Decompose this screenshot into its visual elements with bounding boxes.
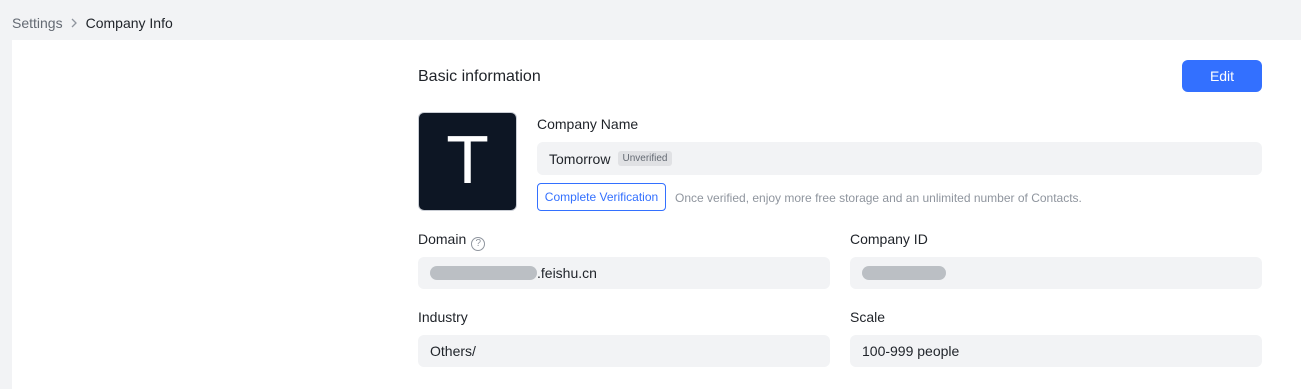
scale-value: 100-999 people xyxy=(862,343,960,359)
question-circle-icon[interactable]: ? xyxy=(471,237,486,251)
domain-suffix: .feishu.cn xyxy=(537,265,597,281)
domain-label-row: Domain? xyxy=(418,230,486,251)
domain-label: Domain xyxy=(418,231,467,247)
company-name-field: Tomorrow Unverified xyxy=(537,142,1262,175)
breadcrumb: Settings Company Info xyxy=(12,14,173,32)
masked-domain-prefix xyxy=(430,266,537,280)
company-id-field xyxy=(850,257,1262,289)
company-logo-letter: T xyxy=(447,124,488,199)
chevron-right-icon xyxy=(70,18,78,28)
industry-value: Others/ xyxy=(430,343,476,359)
scale-label: Scale xyxy=(850,309,886,325)
company-id-label: Company ID xyxy=(850,231,928,247)
scale-field: 100-999 people xyxy=(850,335,1262,367)
breadcrumb-settings-link[interactable]: Settings xyxy=(12,14,63,32)
industry-field: Others/ xyxy=(418,335,830,367)
verification-hint: Once verified, enjoy more free storage a… xyxy=(675,191,1082,205)
company-logo: T xyxy=(418,112,517,211)
company-name-label: Company Name xyxy=(537,116,639,132)
company-info-panel: Basic information Edit T Company Name To… xyxy=(12,40,1301,389)
company-name-value: Tomorrow xyxy=(549,150,611,167)
complete-verification-button[interactable]: Complete Verification xyxy=(537,183,666,211)
unverified-badge: Unverified xyxy=(618,151,672,166)
edit-button[interactable]: Edit xyxy=(1182,60,1262,92)
industry-label: Industry xyxy=(418,309,468,325)
domain-field: .feishu.cn xyxy=(418,257,830,289)
breadcrumb-current: Company Info xyxy=(85,15,173,31)
section-title: Basic information xyxy=(418,68,541,85)
masked-company-id xyxy=(862,266,946,280)
